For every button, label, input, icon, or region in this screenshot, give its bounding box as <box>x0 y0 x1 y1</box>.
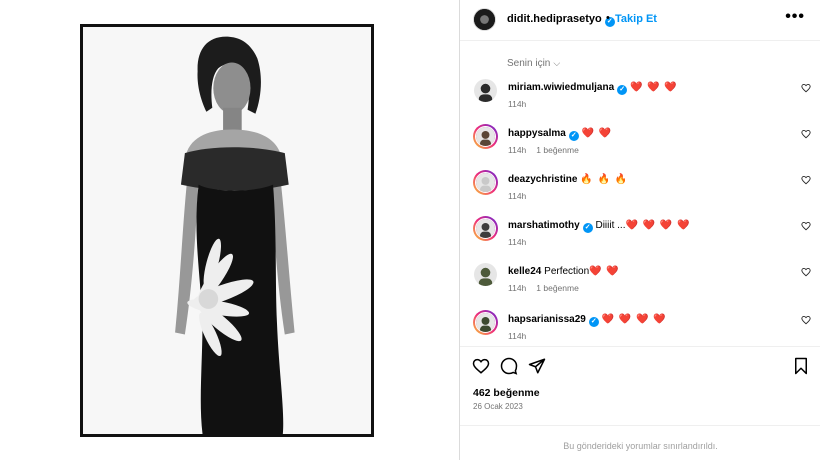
comment-like-heart-icon[interactable] <box>801 221 811 234</box>
comment-text-line: marshatimothy ✓ Diiiit ...❤️ ❤️ ❤️ ❤️ <box>508 220 691 233</box>
comment-like-heart-icon[interactable] <box>801 83 811 96</box>
commenter-avatar[interactable] <box>473 170 498 195</box>
comment-emojis: ❤️ ❤️ <box>581 128 613 139</box>
comment-text-line: hapsarianissa29 ✓ ❤️ ❤️ ❤️ ❤️ <box>508 314 667 327</box>
chevron-down-icon: ⌵ <box>553 58 561 68</box>
instagram-post-view: didit.hediprasetyo ✓ • Takip Et ••• Senin… <box>0 0 820 460</box>
comment-emojis: ❤️ ❤️ ❤️ ❤️ <box>625 220 691 231</box>
comment-age[interactable]: 114h <box>508 191 526 201</box>
follow-button[interactable]: Takip Et <box>615 13 657 25</box>
like-heart-icon[interactable] <box>472 357 490 380</box>
comment-username[interactable]: marshatimothy <box>508 220 580 231</box>
post-side-panel: didit.hediprasetyo ✓ • Takip Et ••• Senin… <box>459 0 820 460</box>
comment-like-heart-icon[interactable] <box>801 129 811 142</box>
comment-meta: 114h <box>508 237 536 247</box>
comment-age[interactable]: 114h <box>508 145 526 155</box>
commenter-avatar[interactable] <box>473 262 498 287</box>
comment-meta: 114h <box>508 99 536 109</box>
post-photo[interactable] <box>80 24 374 437</box>
comments-sort-label: Senin için <box>507 58 551 69</box>
comment-text-line: miriam.wiwiedmuljana ✓ ❤️ ❤️ ❤️ <box>508 82 678 95</box>
verified-badge-icon: ✓ <box>588 317 599 327</box>
post-actions-bar <box>460 346 820 386</box>
comment-like-heart-icon[interactable] <box>801 175 811 188</box>
comment-meta: 114h 1 beğenme <box>508 283 589 293</box>
verified-badge-icon: ✓ <box>617 85 628 95</box>
post-header: didit.hediprasetyo ✓ • Takip Et ••• <box>460 0 820 41</box>
comment-username[interactable]: happysalma <box>508 128 566 139</box>
comment-age[interactable]: 114h <box>508 237 526 247</box>
comment-like-heart-icon[interactable] <box>801 267 811 280</box>
comment-meta: 114h <box>508 331 536 341</box>
comment-text-line: kelle24 Perfection❤️ ❤️ <box>508 266 620 277</box>
comment-item: happysalma ✓ ❤️ ❤️ 114h 1 beğenme <box>460 124 820 170</box>
comment-text: Diiiit ... <box>595 220 626 231</box>
share-paper-plane-icon[interactable] <box>528 357 546 380</box>
comments-limited-notice: Bu gönderideki yorumlar sınırlandırıldı. <box>460 425 820 460</box>
photo-illustration <box>83 27 371 434</box>
comment-item: marshatimothy ✓ Diiiit ...❤️ ❤️ ❤️ ❤️ 114h <box>460 216 820 262</box>
post-date[interactable]: 26 Ocak 2023 <box>473 402 523 411</box>
comment-username[interactable]: hapsarianissa29 <box>508 314 586 325</box>
verified-badge-icon: ✓ <box>582 223 593 233</box>
comment-age[interactable]: 114h <box>508 283 526 293</box>
comment-like-heart-icon[interactable] <box>801 315 811 328</box>
comment-username[interactable]: deazychristine <box>508 174 577 185</box>
comment-emojis: 🔥 🔥 🔥 <box>580 174 629 185</box>
more-options-icon[interactable]: ••• <box>785 8 805 26</box>
comment-emojis: ❤️ ❤️ <box>589 266 620 277</box>
comment-item: deazychristine 🔥 🔥 🔥 114h <box>460 170 820 216</box>
comments-sort-dropdown[interactable]: Senin için ⌵ <box>507 58 560 69</box>
comment-text: Perfection <box>544 266 590 277</box>
header-separator: • <box>606 12 610 24</box>
owner-avatar[interactable] <box>473 8 496 31</box>
comment-item: miriam.wiwiedmuljana ✓ ❤️ ❤️ ❤️ 114h <box>460 78 820 124</box>
comment-username[interactable]: miriam.wiwiedmuljana <box>508 82 614 93</box>
media-pane <box>0 0 459 460</box>
comment-emojis: ❤️ ❤️ ❤️ ❤️ <box>601 314 667 325</box>
commenter-avatar[interactable] <box>473 78 498 103</box>
comment-bubble-icon[interactable] <box>500 357 518 380</box>
likes-count[interactable]: 462 beğenme <box>473 387 540 399</box>
comment-text-line: happysalma ✓ ❤️ ❤️ <box>508 128 612 141</box>
comment-item: kelle24 Perfection❤️ ❤️ 114h 1 beğenme <box>460 262 820 308</box>
commenter-avatar[interactable] <box>473 216 498 241</box>
comment-likes-count[interactable]: 1 beğenme <box>536 145 579 155</box>
bookmark-icon[interactable] <box>793 357 809 380</box>
comment-text-line: deazychristine 🔥 🔥 🔥 <box>508 174 628 185</box>
commenter-avatar[interactable] <box>473 310 498 335</box>
comment-meta: 114h 1 beğenme <box>508 145 589 155</box>
commenter-avatar[interactable] <box>473 124 498 149</box>
comment-likes-count[interactable]: 1 beğenme <box>536 283 579 293</box>
comment-age[interactable]: 114h <box>508 331 526 341</box>
comment-username[interactable]: kelle24 <box>508 266 541 277</box>
comment-age[interactable]: 114h <box>508 99 526 109</box>
owner-username-text[interactable]: didit.hediprasetyo <box>507 13 602 25</box>
comment-emojis: ❤️ ❤️ ❤️ <box>629 82 678 93</box>
owner-username[interactable]: didit.hediprasetyo ✓ <box>507 13 615 27</box>
comment-meta: 114h <box>508 191 536 201</box>
verified-badge-icon: ✓ <box>568 131 579 141</box>
